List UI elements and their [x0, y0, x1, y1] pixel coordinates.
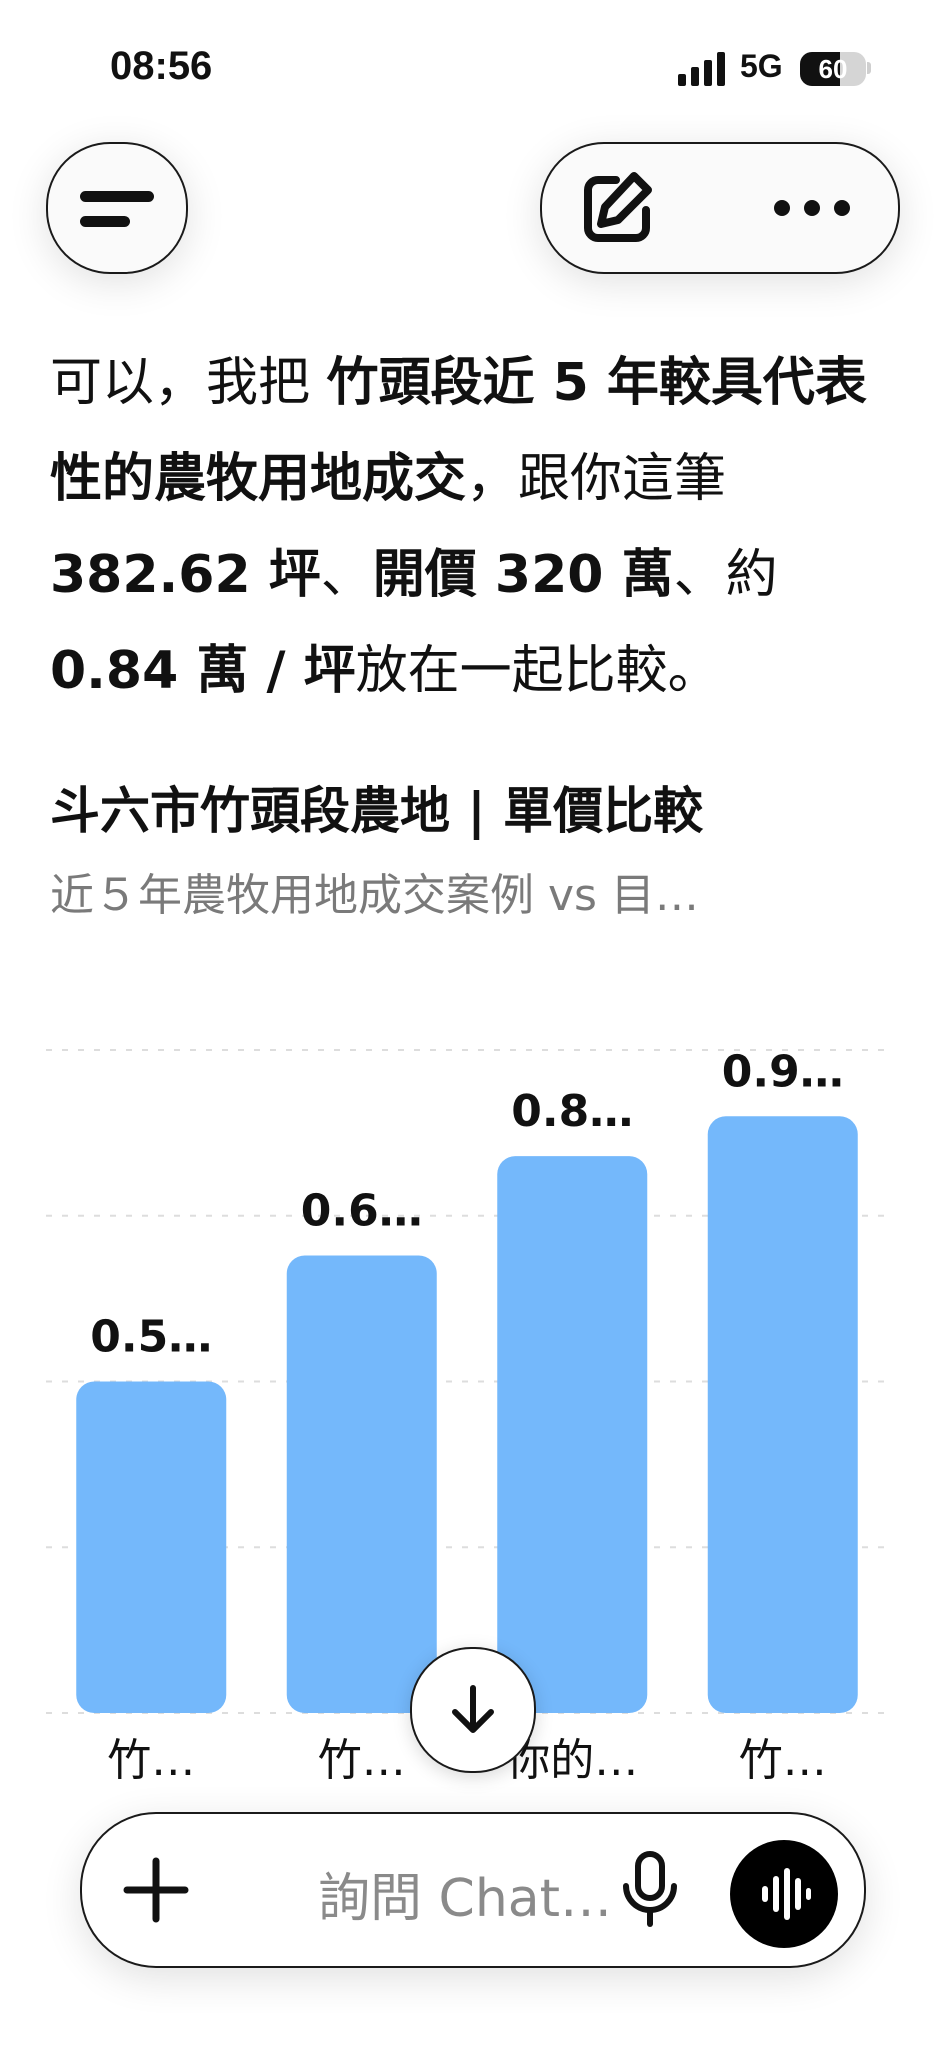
header-actions [540, 142, 900, 274]
plus-icon [123, 1857, 189, 1923]
bar-value-label: 0.6… [301, 1186, 423, 1237]
message-bold-text: 開價 320 萬 [372, 545, 674, 605]
chart-title: 斗六市竹頭段農地 | 單價比較 [50, 782, 704, 840]
voice-mode-icon [762, 1868, 811, 1920]
menu-icon [80, 191, 154, 227]
message-text: 、約 [673, 545, 778, 605]
message-bold-text: 382.62 坪 [50, 545, 321, 605]
chart-subtitle: 近５年農牧用地成交案例 vs 目… [50, 870, 699, 921]
bar-value-label: 0.5… [90, 1312, 212, 1363]
more-options-button[interactable] [762, 158, 862, 258]
bar-value-label: 0.9… [722, 1046, 844, 1097]
scroll-to-bottom-button[interactable] [410, 1647, 536, 1773]
category-label: 竹… [739, 1735, 827, 1786]
chart-bar [497, 1156, 648, 1713]
message-bold-text: 0.84 萬 / 坪 [50, 641, 356, 701]
message-text: 、 [320, 545, 373, 605]
chart-bar [707, 1116, 858, 1713]
chart-bar [76, 1381, 227, 1713]
new-chat-button[interactable] [568, 158, 668, 258]
category-label: 竹… [107, 1735, 195, 1786]
bar-value-label: 0.8… [511, 1086, 633, 1137]
sidebar-menu-button[interactable] [46, 142, 188, 274]
category-label: 竹… [318, 1735, 406, 1786]
signal-icon [678, 52, 725, 86]
status-time: 08:56 [110, 44, 213, 88]
arrow-down-icon [452, 1685, 494, 1733]
assistant-message: 可以，我把 竹頭段近 5 年較具代表性的農牧用地成交，跟你這筆 382.62 坪… [50, 335, 900, 719]
message-input[interactable]: 詢問 Chat… [318, 1856, 612, 1931]
voice-mode-button[interactable] [730, 1840, 838, 1948]
battery-level: 60 [818, 54, 848, 84]
battery-icon: 60 [800, 52, 866, 86]
message-text: ，跟你這筆 [466, 449, 727, 509]
battery-tip [867, 62, 871, 74]
mic-icon [623, 1851, 677, 1927]
dictation-button[interactable] [602, 1842, 698, 1938]
status-bar: 08:56 5G 60 [0, 0, 946, 140]
message-text: 可以，我把 [50, 353, 327, 413]
message-text: 放在一起比較。 [355, 641, 720, 701]
chart-bar [286, 1255, 437, 1713]
network-type: 5G [740, 48, 783, 84]
more-icon [774, 200, 850, 216]
edit-icon [584, 172, 652, 242]
add-attachment-button[interactable] [116, 1850, 196, 1930]
